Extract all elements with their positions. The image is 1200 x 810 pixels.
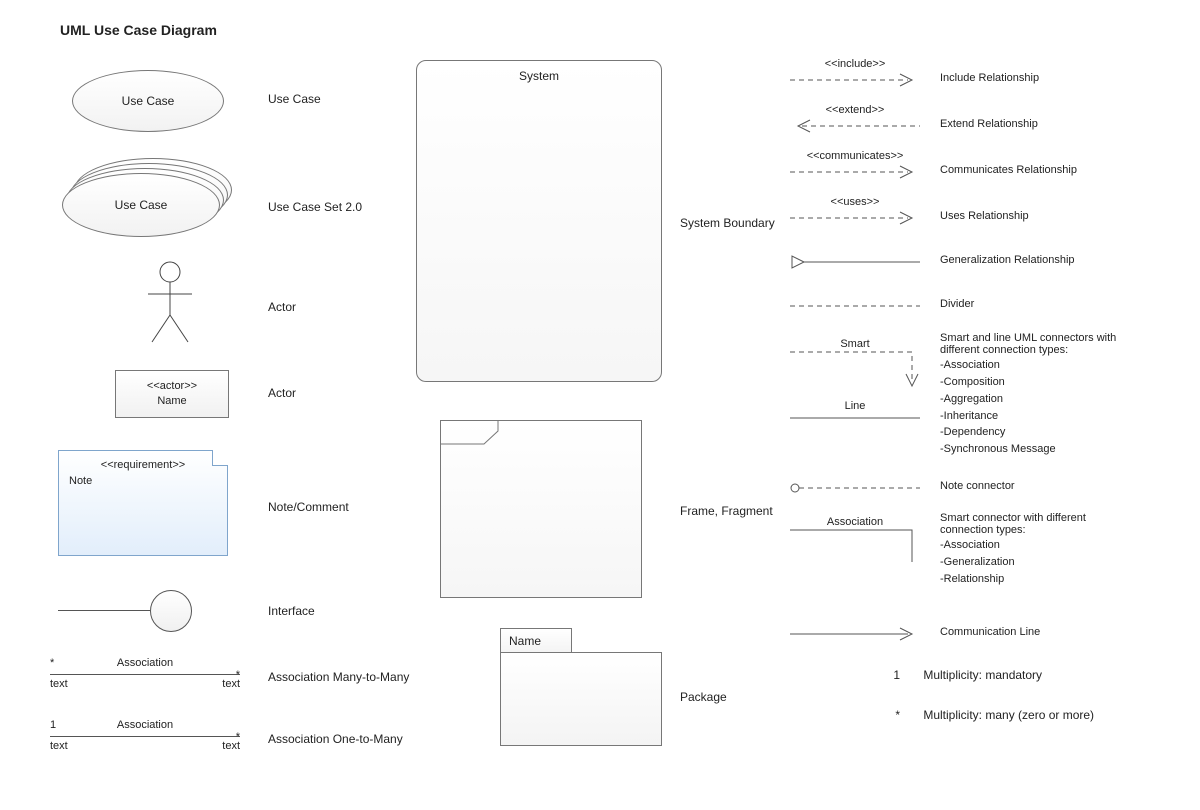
page-title: UML Use Case Diagram [60, 22, 217, 38]
generalization-label: Generalization Relationship [940, 254, 1130, 266]
extend-label: Extend Relationship [940, 118, 1130, 130]
assoc-conn-row: Association Smart connector with differe… [790, 518, 1130, 568]
assoc-mm-label: Association Many-to-Many [268, 670, 409, 684]
smart-bullet-1: -Composition [940, 375, 1130, 390]
assoc-om-left-mult: 1 [50, 719, 56, 731]
interface-shape [58, 590, 198, 632]
usecase-set-text: Use Case [115, 198, 168, 212]
assoc-om-label: Association One-to-Many [268, 732, 403, 746]
frame-shape [440, 420, 642, 598]
smart-row: Smart Line Smart and line UML connectors… [790, 340, 1130, 440]
note-body: Note [69, 475, 217, 487]
smart-bullet-0: -Association [940, 358, 1130, 373]
actor-box-name: Name [157, 394, 186, 409]
system-boundary-shape: System [416, 60, 662, 382]
mult-mandatory-row: 1 Multiplicity: mandatory [790, 668, 1130, 682]
assoc-bullet-0: -Association [940, 538, 1130, 553]
line-cap: Line [790, 400, 920, 412]
communicates-label: Communicates Relationship [940, 164, 1130, 176]
noteconn-row: Note connector [790, 478, 1130, 498]
assoc-mm-left-mult: * [50, 657, 54, 669]
assoc-mm-right-text: text [222, 678, 240, 690]
assoc-om-left-text: text [50, 740, 68, 752]
uses-cap: <<uses>> [790, 196, 920, 208]
extend-row: <<extend>> Extend Relationship [790, 116, 1130, 136]
include-label: Include Relationship [940, 72, 1130, 84]
actor-box-label: Actor [268, 386, 296, 400]
mult-1-label: Multiplicity: mandatory [923, 668, 1042, 682]
usecase-shape: Use Case [72, 70, 224, 132]
include-row: <<include>> Include Relationship [790, 70, 1130, 90]
system-boundary-label: System Boundary [680, 216, 775, 230]
note-stereo: <<requirement>> [69, 459, 217, 471]
usecase-set-label: Use Case Set 2.0 [268, 200, 362, 214]
note-shape: <<requirement>> Note [58, 450, 228, 556]
smart-bullet-2: -Aggregation [940, 392, 1130, 407]
smart-bullet-5: -Synchronous Message [940, 442, 1130, 457]
package-label: Package [680, 690, 727, 704]
mult-star-label: Multiplicity: many (zero or more) [923, 708, 1094, 722]
communicates-cap: <<communicates>> [790, 150, 920, 162]
assoc-om-shape: 1 Association * text text [50, 722, 240, 737]
assoc-bullet-1: -Generalization [940, 555, 1130, 570]
mult-many-row: * Multiplicity: many (zero or more) [790, 708, 1130, 722]
commline-label: Communication Line [940, 626, 1130, 638]
system-title: System [417, 61, 661, 83]
uses-label: Uses Relationship [940, 210, 1130, 222]
extend-cap: <<extend>> [790, 104, 920, 116]
assoc-om-right-text: text [222, 740, 240, 752]
communicates-row: <<communicates>> Communicates Relationsh… [790, 162, 1130, 182]
usecase-label: Use Case [268, 92, 321, 106]
noteconn-label: Note connector [940, 480, 1130, 492]
assoc-mm-name: Association [50, 657, 240, 669]
interface-label: Interface [268, 604, 315, 618]
note-label: Note/Comment [268, 500, 349, 514]
frame-label: Frame, Fragment [680, 504, 773, 518]
package-name: Name [509, 634, 541, 648]
assoc-mm-left-text: text [50, 678, 68, 690]
mult-1-sym: 1 [790, 668, 920, 682]
smart-label: Smart and line UML connectors with diffe… [940, 332, 1130, 356]
usecase-text: Use Case [122, 94, 175, 108]
uses-row: <<uses>> Uses Relationship [790, 208, 1130, 228]
generalization-row: Generalization Relationship [790, 252, 1130, 272]
assoc-bullet-2: -Relationship [940, 572, 1130, 587]
assoc-om-name: Association [50, 719, 240, 731]
commline-row: Communication Line [790, 624, 1130, 644]
actor-stick-label: Actor [268, 300, 296, 314]
divider-label: Divider [940, 298, 1130, 310]
usecase-set-shape: Use Case [62, 158, 232, 240]
assoc-mm-shape: * Association * text text [50, 660, 240, 675]
divider-row: Divider [790, 296, 1130, 316]
actor-box-stereo: <<actor>> [147, 379, 197, 394]
assoc-conn-label: Smart connector with different connectio… [940, 512, 1130, 536]
include-cap: <<include>> [790, 58, 920, 70]
smart-bullet-4: -Dependency [940, 425, 1130, 440]
actor-box-shape: <<actor>> Name [115, 370, 229, 418]
mult-star-sym: * [790, 708, 920, 722]
actor-stick-shape [140, 260, 200, 355]
smart-bullet-3: -Inheritance [940, 409, 1130, 424]
